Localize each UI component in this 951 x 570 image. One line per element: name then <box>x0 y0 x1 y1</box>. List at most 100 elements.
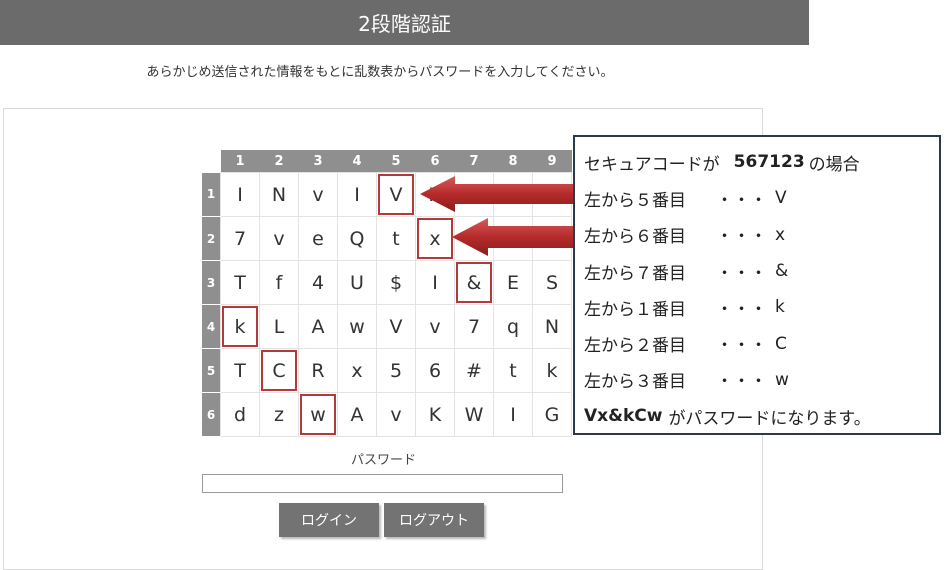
matrix-cell: 6 <box>415 348 455 393</box>
matrix-cell: A <box>298 304 338 349</box>
matrix-row-header: 6 <box>202 392 221 437</box>
matrix-column-header: 6 <box>415 150 455 173</box>
callout-line: 左から３番目 ・・・ w <box>584 362 939 398</box>
matrix-cell: V <box>376 304 416 349</box>
matrix-cell: # <box>454 348 494 393</box>
matrix-cell-highlighted: x <box>415 216 455 261</box>
matrix-cell: q <box>493 304 533 349</box>
logout-button[interactable]: ログアウト <box>384 503 484 537</box>
callout-line-value: k <box>775 297 785 318</box>
callout-line-separator: ・・・ <box>716 190 767 211</box>
matrix-cell: N <box>532 304 572 349</box>
matrix-column-header: 5 <box>376 150 416 173</box>
matrix-column-header: 4 <box>337 150 377 173</box>
matrix-row: 3 Tf 4 U $ I & E S <box>202 260 572 305</box>
matrix-cell: w <box>337 304 377 349</box>
matrix-column-header: 3 <box>298 150 338 173</box>
matrix-column-header: 9 <box>532 150 572 173</box>
page-header: 2段階認証 <box>0 0 809 45</box>
matrix-cell: S <box>532 260 572 305</box>
matrix-cell <box>532 172 572 217</box>
callout-line-value: C <box>775 333 787 354</box>
matrix-cell: e <box>298 216 338 261</box>
matrix-column-header: 8 <box>493 150 533 173</box>
callout-result: Vx&kCw がパスワードになります。 <box>584 398 939 434</box>
matrix-cell <box>454 172 494 217</box>
matrix-cell: R <box>298 348 338 393</box>
matrix-cell <box>454 216 494 261</box>
matrix-cell: k <box>532 348 572 393</box>
password-input[interactable] <box>202 474 563 493</box>
callout-line: 左から１番目 ・・・ k <box>584 289 939 325</box>
callout-line: 左から７番目 ・・・ & <box>584 253 939 289</box>
matrix-cell: T <box>220 260 260 305</box>
matrix-cell: I <box>337 172 377 217</box>
callout-intro: セキュアコードが 567123 の場合 <box>584 144 939 180</box>
matrix-cell: f <box>259 260 299 305</box>
matrix-cell: T <box>220 348 260 393</box>
matrix-column-header: 7 <box>454 150 494 173</box>
matrix-cell: v <box>376 392 416 437</box>
matrix-cell: U <box>337 260 377 305</box>
matrix-cell: L <box>259 304 299 349</box>
matrix-cell-highlighted: k <box>220 304 260 349</box>
matrix-cell: v <box>259 216 299 261</box>
callout-intro-prefix: セキュアコードが <box>584 154 720 175</box>
matrix-row-header: 1 <box>202 172 221 217</box>
instructions-text: あらかじめ送信された情報をもとに乱数表からパスワードを入力してください。 <box>146 65 614 80</box>
matrix-cell-highlighted: V <box>376 172 416 217</box>
password-label: パスワード <box>350 453 416 468</box>
callout-line-position: 左から２番目 <box>584 336 686 357</box>
matrix-cell: 5 <box>376 348 416 393</box>
matrix-column-header: 2 <box>259 150 299 173</box>
matrix-row-header: 3 <box>202 260 221 305</box>
matrix-cell: R <box>415 172 455 217</box>
callout-line-separator: ・・・ <box>716 299 767 320</box>
callout-line: 左から２番目 ・・・ C <box>584 325 939 361</box>
matrix-cell: z <box>259 392 299 437</box>
matrix-row: 1INvIVR <box>202 172 572 217</box>
matrix-cell: v <box>298 172 338 217</box>
matrix-row: 27veQtx <box>202 216 572 261</box>
matrix-row-header: 5 <box>202 348 221 393</box>
matrix-cell: x <box>337 348 377 393</box>
matrix-cell: v <box>415 304 455 349</box>
matrix-cell: I <box>493 392 533 437</box>
matrix-row-header: 2 <box>202 216 221 261</box>
matrix-corner <box>202 150 221 173</box>
matrix-cell: Q <box>337 216 377 261</box>
callout-line-value: V <box>775 188 787 209</box>
matrix-cell: I <box>415 260 455 305</box>
matrix-row-header: 4 <box>202 304 221 349</box>
matrix-column-header: 1 <box>220 150 260 173</box>
matrix-cell: W <box>454 392 494 437</box>
random-number-matrix: 123456789 1 I Nv I V R 2 7 v e Qt x 3 Tf 4 U $ I & E S 4 k L Aw V… <box>202 150 572 437</box>
matrix-cell: I <box>220 172 260 217</box>
matrix-cell-highlighted: & <box>454 260 494 305</box>
matrix-cell: t <box>493 348 533 393</box>
callout-line-position: 左から３番目 <box>584 372 686 393</box>
matrix-cell: 7 <box>454 304 494 349</box>
matrix-cell <box>532 216 572 261</box>
callout-line-separator: ・・・ <box>716 227 767 248</box>
callout-line-position: 左から７番目 <box>584 263 686 284</box>
matrix-cell: N <box>259 172 299 217</box>
callout-line-position: 左から１番目 <box>584 299 686 320</box>
matrix-cell-highlighted: C <box>259 348 299 393</box>
callout-line-value: & <box>775 261 789 282</box>
login-button[interactable]: ログイン <box>279 503 379 537</box>
callout-result-password: Vx&kCw <box>584 406 663 427</box>
matrix-cell: 4 <box>298 260 338 305</box>
callout-line-separator: ・・・ <box>716 372 767 393</box>
callout-code: 567123 <box>733 152 805 173</box>
callout-line: 左から５番目 ・・・ V <box>584 180 939 216</box>
matrix-cell: A <box>337 392 377 437</box>
callout-line-position: 左から５番目 <box>584 190 686 211</box>
matrix-row: 5 T C Rx 5 6 # t k <box>202 348 572 393</box>
matrix-cell-highlighted: w <box>298 392 338 437</box>
matrix-cell: d <box>220 392 260 437</box>
matrix-cell: t <box>376 216 416 261</box>
matrix-cell: $ <box>376 260 416 305</box>
example-callout: セキュアコードが 567123 の場合 左から５番目 ・・・ V 左から６番目 ・・・ x… <box>573 135 941 435</box>
callout-line-separator: ・・・ <box>716 336 767 357</box>
